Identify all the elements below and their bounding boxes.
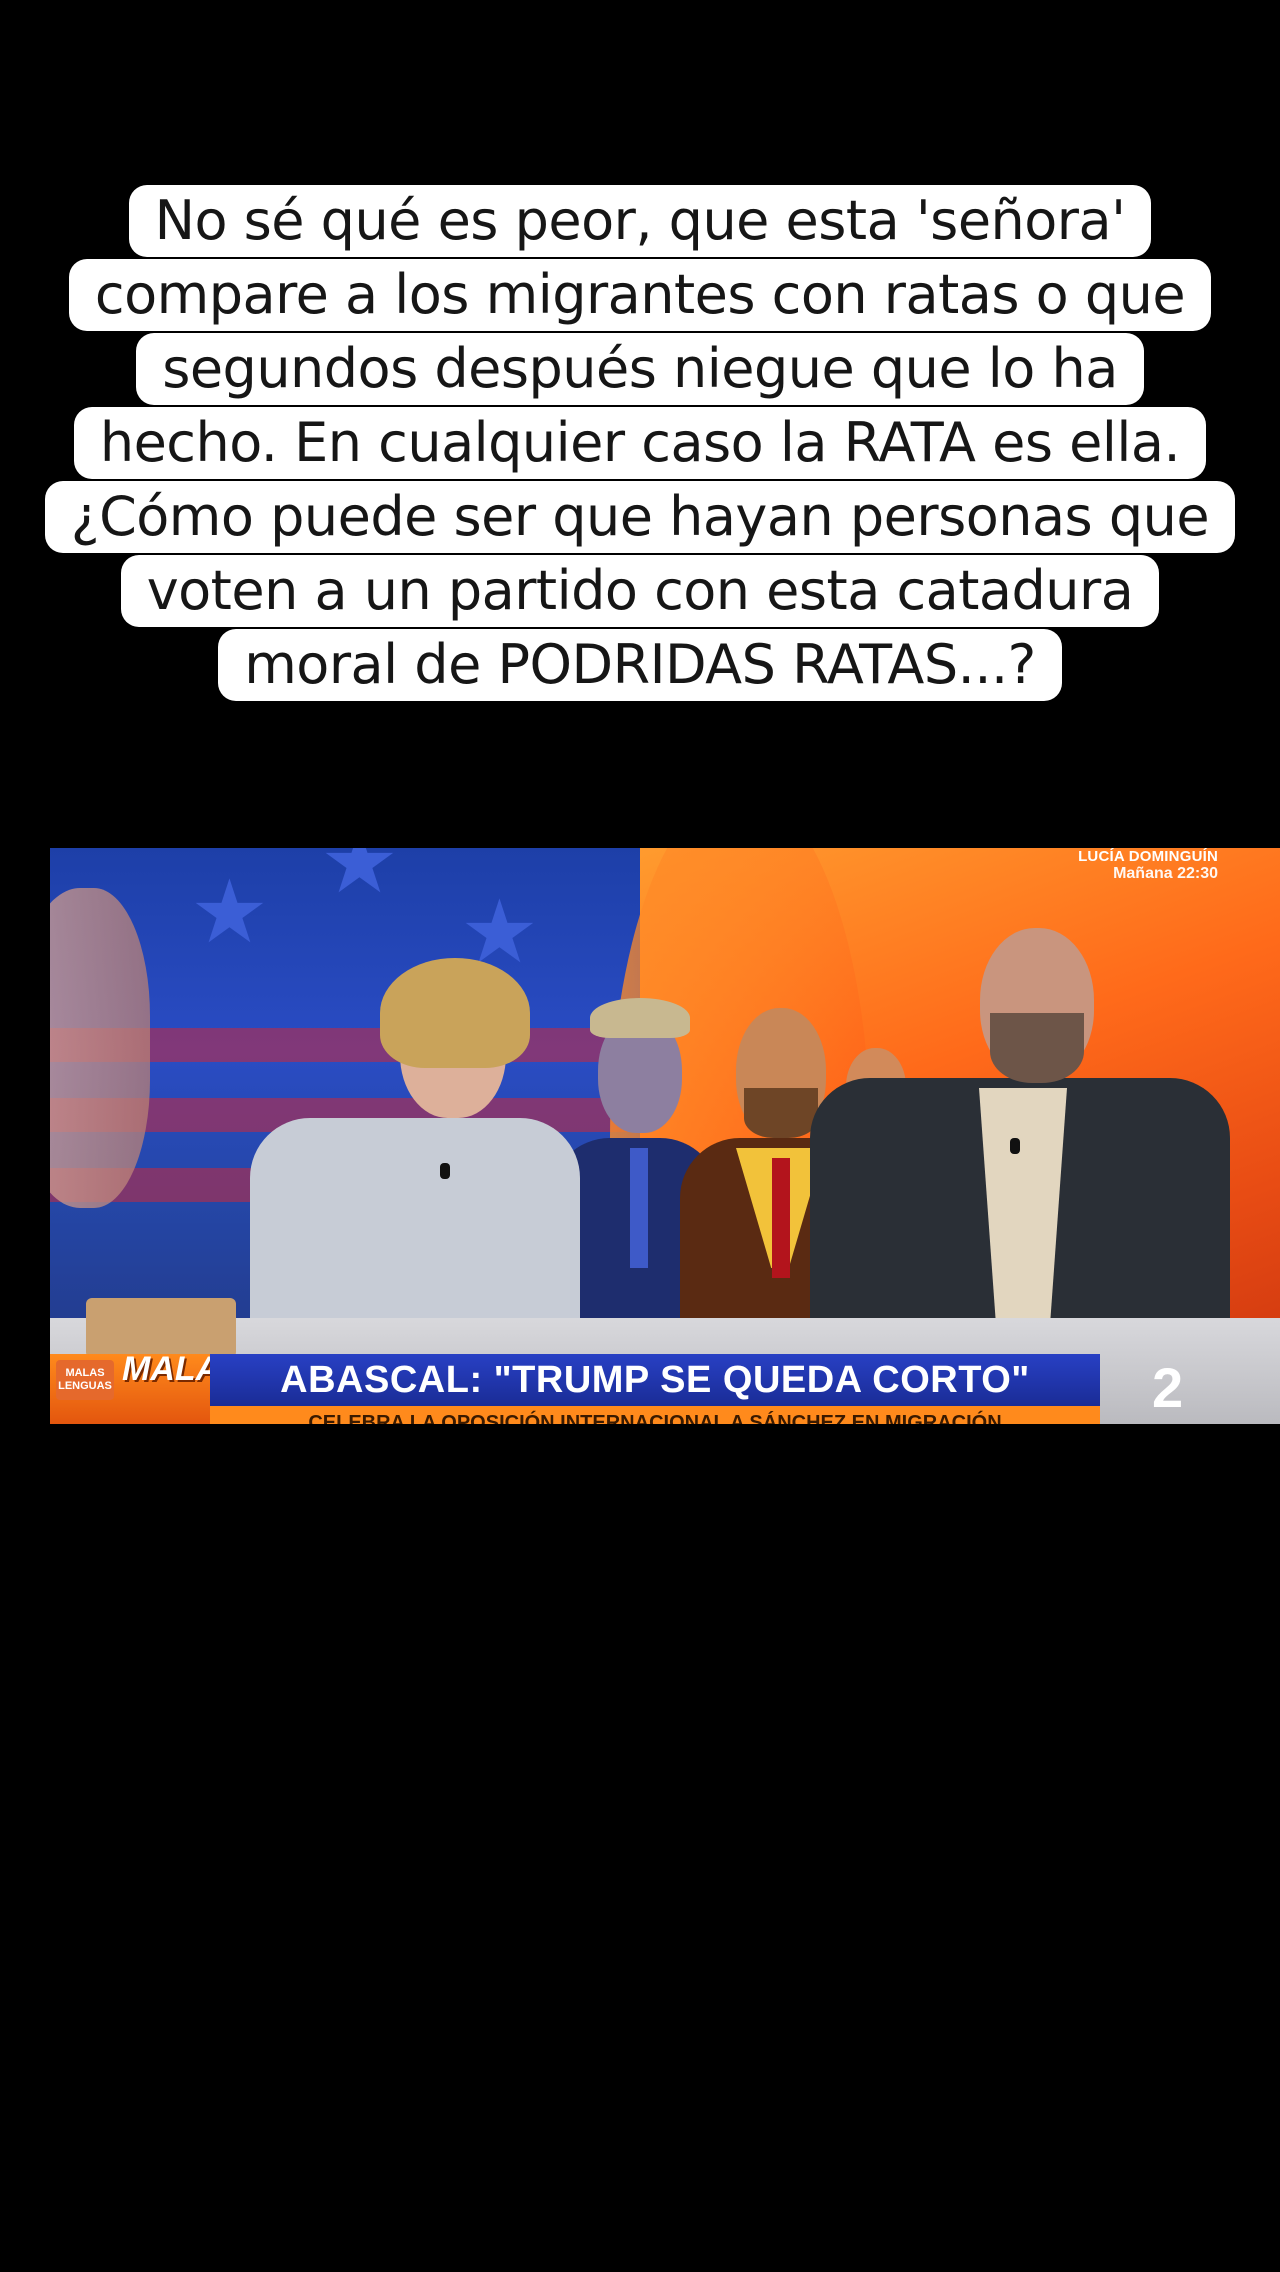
news-headline: ABASCAL: "TRUMP SE QUEDA CORTO" [210,1354,1100,1406]
star-icon: ★ [190,862,269,961]
caption-line: No sé qué es peor, que esta 'señora' [128,185,1152,257]
channel-logo: 2 [1152,1356,1184,1419]
show-badge: MALAS LENGUAS [56,1360,114,1400]
news-subheadline: CELEBRA LA OPOSICIÓN INTERNACIONAL A SÁN… [210,1406,1100,1424]
video-frame[interactable]: ★ ★ ★ LUCÍA DOMINGUÍN Mañana 22:30 MALAS… [50,848,1280,1424]
caption-line: moral de PODRIDAS RATAS...? [218,629,1062,701]
caption-overlay: No sé qué es peor, que esta 'señora' com… [0,185,1280,703]
caption-line: compare a los migrantes con ratas o que [68,259,1212,331]
promo-time: Mañana 22:30 [1113,865,1218,882]
laptop [86,1298,236,1358]
background-portrait [50,888,150,1208]
caption-line: segundos después niegue que lo ha [136,333,1144,405]
promo-name: LUCÍA DOMINGUÍN [1078,848,1218,865]
star-icon: ★ [320,848,399,911]
caption-line: hecho. En cualquier caso la RATA es ella… [73,407,1207,479]
caption-line: voten a un partido con esta catadura [120,555,1160,627]
show-promo: LUCÍA DOMINGUÍN Mañana 22:30 [1078,848,1218,883]
caption-line: ¿Cómo puede ser que hayan personas que [44,481,1236,553]
